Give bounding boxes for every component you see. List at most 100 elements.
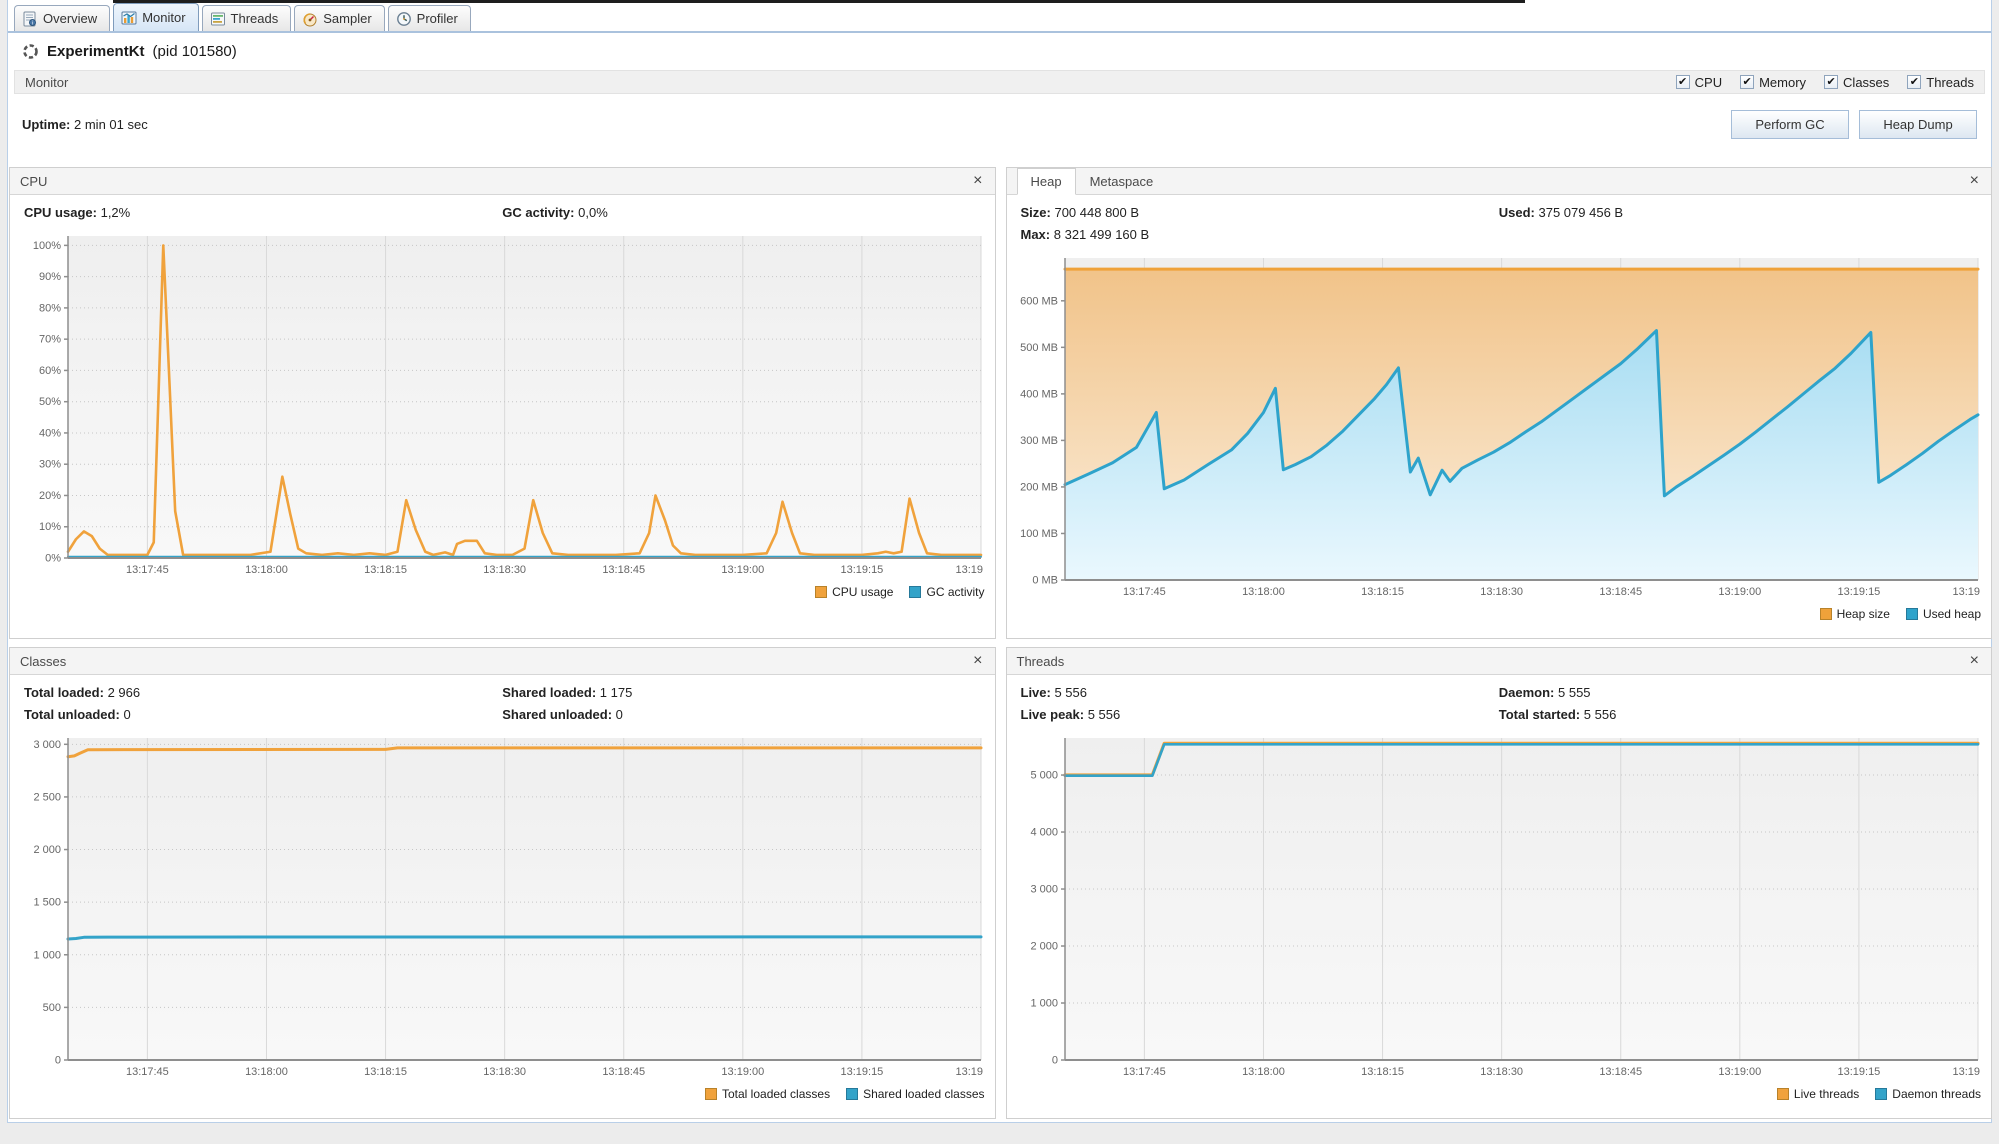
total-loaded-stat: Total loaded: 2 966 bbox=[24, 685, 502, 700]
legend-swatch-icon bbox=[705, 1088, 717, 1100]
heap-size-label: Size: bbox=[1020, 205, 1051, 220]
heap-legend: Heap size Used heap bbox=[1007, 602, 1992, 626]
heap-dump-button[interactable]: Heap Dump bbox=[1859, 110, 1977, 139]
cpu-close-icon[interactable]: × bbox=[971, 173, 984, 189]
svg-text:13:18:30: 13:18:30 bbox=[483, 564, 526, 576]
svg-text:13:19:15: 13:19:15 bbox=[840, 1066, 883, 1078]
shared-unloaded-value: 0 bbox=[615, 707, 623, 722]
tab-metaspace[interactable]: Metaspace bbox=[1076, 168, 1168, 194]
heap-max-stat: Max: 8 321 499 160 B bbox=[1021, 227, 1499, 242]
threads-chart: 0 1 000 2 000 3 000 4 000 5 000 13:17:45 13:18:… bbox=[1009, 732, 1986, 1082]
classes-stats: Total loaded: 2 966 Shared loaded: 1 175… bbox=[10, 675, 995, 728]
svg-text:1 500: 1 500 bbox=[33, 897, 61, 909]
svg-text:13:18:45: 13:18:45 bbox=[1599, 1066, 1642, 1078]
svg-text:2 000: 2 000 bbox=[33, 844, 61, 856]
threads-checkbox[interactable]: ✔ bbox=[1907, 75, 1922, 89]
process-pid: (pid 101580) bbox=[152, 43, 237, 60]
cpu-legend: CPU usage GC activity bbox=[10, 580, 995, 604]
metric-toggles: ✔ CPU ✔ Memory ✔ Classes ✔ Threads bbox=[1675, 75, 1974, 90]
classes-panel: Classes × Total loaded: 2 966 Shared loa… bbox=[9, 647, 996, 1119]
threads-panel: Threads × Live: 5 556 Daemon: 5 555 Live… bbox=[1005, 647, 1992, 1119]
heap-size-value: 700 448 800 B bbox=[1054, 205, 1140, 220]
tab-threads-label: Threads bbox=[230, 11, 279, 26]
svg-text:13:19: 13:19 bbox=[1952, 586, 1980, 598]
cpu-usage-label: CPU usage: bbox=[24, 205, 97, 220]
cpu-panel-header: CPU × bbox=[10, 168, 995, 195]
total-started-stat: Total started: 5 556 bbox=[1499, 707, 1977, 722]
toggle-threads[interactable]: ✔ Threads bbox=[1907, 75, 1974, 90]
tab-profiler[interactable]: Profiler bbox=[387, 5, 471, 31]
svg-text:13:19:15: 13:19:15 bbox=[840, 564, 883, 576]
monitor-section-bar: Monitor ✔ CPU ✔ Memory ✔ Classes ✔ Threa… bbox=[14, 70, 1985, 94]
threads-panel-title: Threads bbox=[1016, 653, 1065, 669]
svg-text:13:18:30: 13:18:30 bbox=[1480, 1066, 1523, 1078]
heap-chart-svg: 0 MB 100 MB 200 MB 300 MB 400 MB 500 MB 600 MB… bbox=[1020, 258, 1980, 598]
svg-text:300 MB: 300 MB bbox=[1020, 435, 1058, 447]
process-spinner-icon bbox=[23, 44, 38, 59]
svg-text:70%: 70% bbox=[39, 334, 61, 346]
heap-stat-spacer bbox=[1499, 227, 1977, 242]
svg-text:3 000: 3 000 bbox=[1030, 884, 1058, 896]
legend-item: Heap size bbox=[1819, 607, 1890, 621]
legend-item: Shared loaded classes bbox=[846, 1087, 985, 1101]
uptime-value: 2 min 01 sec bbox=[74, 117, 148, 132]
svg-text:13:19: 13:19 bbox=[955, 1066, 983, 1078]
toggle-classes[interactable]: ✔ Classes bbox=[1824, 75, 1889, 90]
cpu-stats: CPU usage: 1,2% GC activity: 0,0% bbox=[10, 195, 995, 226]
shared-unloaded-stat: Shared unloaded: 0 bbox=[502, 707, 980, 722]
legend-label: Used heap bbox=[1922, 607, 1981, 621]
svg-text:13:19:15: 13:19:15 bbox=[1837, 586, 1880, 598]
live-peak-label: Live peak: bbox=[1020, 707, 1085, 722]
heap-max-label: Max: bbox=[1020, 227, 1051, 242]
shared-loaded-stat: Shared loaded: 1 175 bbox=[502, 685, 980, 700]
svg-text:13:17:45: 13:17:45 bbox=[1122, 586, 1165, 598]
threads-stats: Live: 5 556 Daemon: 5 555 Live peak: 5 5… bbox=[1007, 675, 1992, 728]
heap-close-icon[interactable]: × bbox=[1968, 173, 1981, 189]
threads-legend: Live threads Daemon threads bbox=[1007, 1082, 1992, 1106]
toggle-cpu[interactable]: ✔ CPU bbox=[1675, 75, 1722, 90]
heap-size-stat: Size: 700 448 800 B bbox=[1021, 205, 1499, 220]
legend-swatch-icon bbox=[1776, 1088, 1789, 1100]
svg-text:5 000: 5 000 bbox=[1030, 770, 1058, 782]
tab-monitor[interactable]: Monitor bbox=[113, 3, 199, 31]
svg-text:0: 0 bbox=[1051, 1055, 1057, 1067]
svg-text:50%: 50% bbox=[39, 396, 61, 408]
live-threads-value: 5 556 bbox=[1054, 685, 1088, 700]
svg-text:500 MB: 500 MB bbox=[1020, 342, 1058, 354]
legend-swatch-icon bbox=[1875, 1088, 1888, 1100]
toggle-memory[interactable]: ✔ Memory bbox=[1740, 75, 1806, 90]
window-top-edge bbox=[113, 0, 1525, 3]
perform-gc-button[interactable]: Perform GC bbox=[1731, 110, 1849, 139]
svg-text:13:18:15: 13:18:15 bbox=[1361, 1066, 1404, 1078]
cpu-panel-title: CPU bbox=[20, 173, 48, 189]
cpu-checkbox[interactable]: ✔ bbox=[1675, 75, 1690, 89]
svg-text:13:18:45: 13:18:45 bbox=[602, 564, 645, 576]
tab-heap[interactable]: Heap bbox=[1016, 168, 1076, 195]
profiler-icon bbox=[396, 11, 411, 26]
memory-checkbox[interactable]: ✔ bbox=[1740, 75, 1755, 89]
gc-activity-value: 0,0% bbox=[578, 205, 608, 220]
daemon-threads-label: Daemon: bbox=[1498, 685, 1555, 700]
tab-overview[interactable]: i Overview bbox=[14, 5, 111, 31]
tab-sampler[interactable]: Sampler bbox=[294, 5, 385, 31]
legend-label: CPU usage bbox=[832, 585, 894, 599]
svg-text:13:17:45: 13:17:45 bbox=[1122, 1066, 1165, 1078]
svg-text:13:18:00: 13:18:00 bbox=[245, 564, 288, 576]
svg-text:500: 500 bbox=[43, 1002, 61, 1014]
svg-text:13:18:15: 13:18:15 bbox=[1361, 586, 1404, 598]
total-unloaded-label: Total unloaded: bbox=[24, 707, 120, 722]
legend-swatch-icon bbox=[1819, 608, 1832, 620]
tab-overview-label: Overview bbox=[43, 11, 98, 26]
classes-checkbox[interactable]: ✔ bbox=[1824, 75, 1839, 89]
classes-close-icon[interactable]: × bbox=[971, 653, 984, 669]
legend-label: GC activity bbox=[926, 585, 985, 599]
svg-text:13:19:00: 13:19:00 bbox=[721, 1066, 764, 1078]
process-name: ExperimentKt bbox=[47, 43, 145, 60]
legend-item: Total loaded classes bbox=[705, 1087, 830, 1101]
heap-used-label: Used: bbox=[1498, 205, 1535, 220]
svg-text:0%: 0% bbox=[45, 553, 61, 565]
legend-item: Live threads bbox=[1776, 1087, 1859, 1101]
tab-profiler-label: Profiler bbox=[416, 11, 458, 26]
threads-close-icon[interactable]: × bbox=[1968, 653, 1981, 669]
tab-threads[interactable]: Threads bbox=[201, 5, 292, 31]
